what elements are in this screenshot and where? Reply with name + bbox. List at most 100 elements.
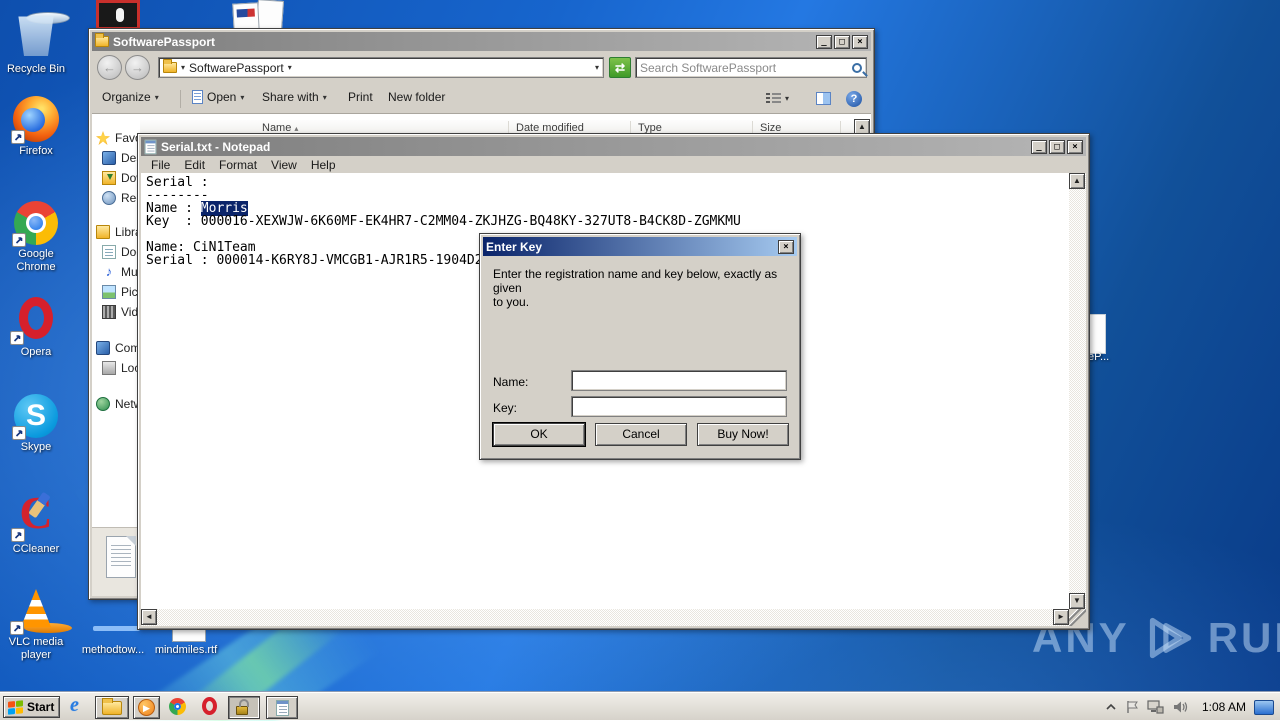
print-button[interactable]: Print xyxy=(342,86,379,108)
notepad-title: Serial.txt - Notepad xyxy=(161,140,1027,154)
taskbar-explorer-button[interactable] xyxy=(95,696,129,719)
disk-icon xyxy=(102,361,116,375)
key-field[interactable] xyxy=(571,396,787,417)
open-menu-button[interactable]: Open▾ xyxy=(186,86,250,108)
taskbar-internet-explorer-icon[interactable]: e xyxy=(70,694,79,717)
preview-pane-icon xyxy=(816,92,831,105)
desktop-icon-label: Firefox xyxy=(0,145,72,158)
recent-places-icon xyxy=(102,191,116,205)
search-placeholder: Search SoftwarePassport xyxy=(640,61,847,75)
desktop-file-label-mindmiles[interactable]: mindmiles.rtf xyxy=(140,644,232,656)
buy-now-button[interactable]: Buy Now! xyxy=(697,423,789,446)
taskbar-opera-icon[interactable] xyxy=(202,697,217,715)
scroll-up-button[interactable]: ▲ xyxy=(1069,173,1085,189)
search-icon[interactable] xyxy=(852,63,862,73)
address-dropdown-icon[interactable]: ▾ xyxy=(595,63,599,72)
horizontal-scrollbar[interactable]: ◄ ► xyxy=(141,609,1069,626)
help-icon: ? xyxy=(846,91,862,107)
music-note-icon: ♪ xyxy=(102,265,116,279)
network-icon[interactable] xyxy=(1146,693,1164,721)
shortcut-arrow-icon xyxy=(12,426,26,440)
minimize-button[interactable]: _ xyxy=(1031,140,1047,154)
action-center-flag-icon[interactable] xyxy=(1124,693,1140,721)
help-button[interactable]: ? xyxy=(840,87,868,111)
menu-help[interactable]: Help xyxy=(305,157,342,173)
desktop-icon-opera[interactable]: Opera xyxy=(0,297,72,359)
refresh-button[interactable]: ⇄ xyxy=(609,57,631,78)
name-field[interactable] xyxy=(571,370,787,391)
desktop-icon-ccleaner[interactable]: C CCleaner xyxy=(0,490,72,556)
maximize-button[interactable]: □ xyxy=(1049,140,1065,154)
toolbar-separator xyxy=(180,90,181,108)
menu-file[interactable]: File xyxy=(145,157,176,173)
watermark-run-text: RUN xyxy=(1208,614,1280,662)
taskbar-softwarepassport-button[interactable] xyxy=(228,696,260,719)
views-icon xyxy=(766,92,781,104)
partial-file-icon[interactable] xyxy=(93,626,140,631)
volume-icon[interactable] xyxy=(1172,693,1190,721)
chevron-down-icon[interactable]: ▾ xyxy=(181,63,185,72)
text-line: Serial : xyxy=(146,176,1069,189)
close-icon[interactable]: × xyxy=(778,240,794,254)
desktop-file-label-softwarepassport[interactable]: eP... xyxy=(1088,351,1128,363)
enter-key-dialog: Enter Key × Enter the registration name … xyxy=(479,233,801,460)
explorer-titlebar[interactable]: SoftwarePassport _ □ × xyxy=(92,32,871,51)
maximize-button[interactable]: □ xyxy=(834,35,850,49)
taskbar-chrome-icon[interactable] xyxy=(169,698,186,715)
desktop-icon-google-chrome[interactable]: Google Chrome xyxy=(0,201,72,274)
forward-button[interactable]: → xyxy=(125,55,150,80)
folder-icon xyxy=(163,62,177,73)
menu-view[interactable]: View xyxy=(265,157,303,173)
partial-app-glyph xyxy=(116,8,124,22)
anyrun-play-logo-icon xyxy=(1138,612,1200,664)
dialog-titlebar[interactable]: Enter Key × xyxy=(483,237,797,256)
vertical-scrollbar[interactable]: ▲ ▼ xyxy=(1069,173,1086,609)
notepad-titlebar[interactable]: Serial.txt - Notepad _ □ × xyxy=(141,137,1086,156)
folder-icon xyxy=(102,701,122,715)
breadcrumb[interactable]: SoftwarePassport xyxy=(189,61,284,75)
resize-grip[interactable] xyxy=(1069,609,1086,626)
share-with-menu-button[interactable]: Share with▾ xyxy=(256,86,333,108)
change-view-button[interactable]: ▾ xyxy=(760,88,795,108)
partial-app-icon[interactable] xyxy=(96,0,140,30)
address-bar[interactable]: ▾ SoftwarePassport ▾ ▾ xyxy=(158,57,604,78)
document-icon xyxy=(192,90,203,104)
preview-pane-button[interactable] xyxy=(810,88,837,109)
minimize-button[interactable]: _ xyxy=(816,35,832,49)
explorer-address-band: ← → ▾ SoftwarePassport ▾ ▾ ⇄ Search Soft… xyxy=(92,51,871,85)
desktop-icon-label: CCleaner xyxy=(0,543,72,556)
close-button[interactable]: × xyxy=(852,35,868,49)
notepad-icon xyxy=(145,139,157,153)
desktop-icon-vlc[interactable]: VLC media player xyxy=(0,589,72,662)
back-button[interactable]: ← xyxy=(97,55,122,80)
scroll-left-button[interactable]: ◄ xyxy=(141,609,157,625)
organize-menu-button[interactable]: Organize▾ xyxy=(96,86,165,108)
cancel-button[interactable]: Cancel xyxy=(595,423,687,446)
desktop-icon-label: Opera xyxy=(0,346,72,359)
opera-icon xyxy=(12,297,60,343)
chrome-icon xyxy=(14,201,58,245)
explorer-title: SoftwarePassport xyxy=(113,35,812,49)
ok-button[interactable]: OK xyxy=(493,423,585,446)
search-box[interactable]: Search SoftwarePassport xyxy=(635,57,867,78)
show-desktop-button[interactable] xyxy=(1254,693,1274,721)
chevron-down-icon: ▾ xyxy=(785,94,789,103)
name-label: Name: xyxy=(493,375,528,389)
menu-edit[interactable]: Edit xyxy=(178,157,211,173)
close-button[interactable]: × xyxy=(1067,140,1083,154)
tray-chevron-button[interactable] xyxy=(1104,693,1118,721)
desktop-icon-recycle-bin[interactable]: Recycle Bin xyxy=(0,4,72,76)
new-folder-button[interactable]: New folder xyxy=(382,86,451,108)
desktop-icon-label: Google Chrome xyxy=(0,248,72,274)
scroll-right-button[interactable]: ► xyxy=(1053,609,1069,625)
desktop-icon-skype[interactable]: S Skype xyxy=(0,394,72,454)
start-button[interactable]: Start xyxy=(3,696,60,718)
desktop-icon-firefox[interactable]: Firefox xyxy=(0,96,72,158)
taskbar-media-player-button[interactable]: ▶ xyxy=(133,696,160,719)
scroll-down-button[interactable]: ▼ xyxy=(1069,593,1085,609)
menu-format[interactable]: Format xyxy=(213,157,263,173)
chevron-down-icon[interactable]: ▾ xyxy=(288,63,292,72)
chevron-down-icon: ▾ xyxy=(240,93,244,102)
taskbar-notepad-button[interactable] xyxy=(266,696,298,719)
taskbar-clock[interactable]: 1:08 AM xyxy=(1202,693,1246,721)
